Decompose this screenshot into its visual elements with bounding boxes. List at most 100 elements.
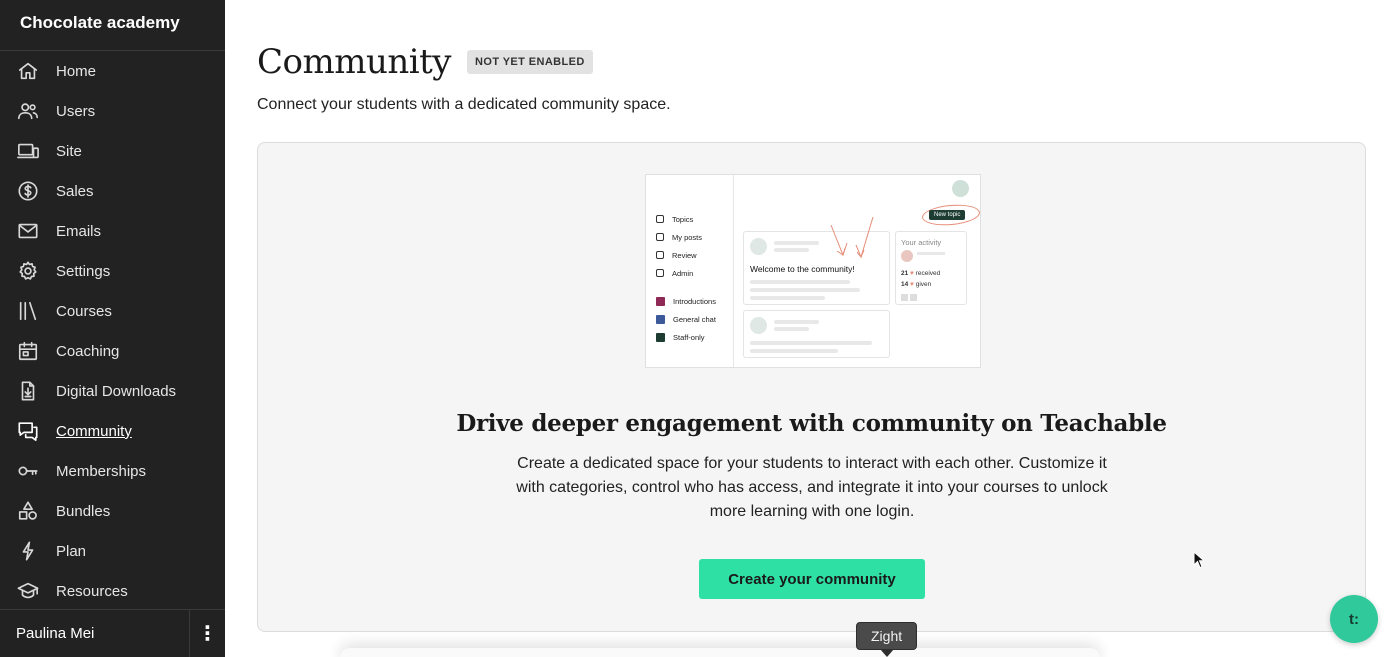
sidebar-item-label: Settings xyxy=(56,262,111,280)
sidebar-item-label: Emails xyxy=(56,222,102,240)
person-icon xyxy=(656,233,664,241)
sidebar-item-label: Courses xyxy=(56,302,112,320)
welcome-post-title: Welcome to the community! xyxy=(750,264,855,274)
sidebar-item-digital-downloads[interactable]: Digital Downloads xyxy=(0,371,225,411)
chat-launcher-button[interactable]: t: xyxy=(1330,595,1378,643)
mail-icon xyxy=(17,220,39,242)
sidebar-nav: Home Users Site Sales Emails Settings Co… xyxy=(0,51,225,611)
given-count: 14 xyxy=(901,281,909,288)
avatar xyxy=(901,250,913,262)
arrows-icon xyxy=(830,216,874,259)
category-color-swatch xyxy=(656,296,665,306)
given-row: 14 ♥ given xyxy=(901,281,931,288)
placeholder-line xyxy=(774,327,809,331)
illustration-category: General chat xyxy=(656,310,716,328)
lightning-icon xyxy=(17,540,39,562)
status-badge: NOT YET ENABLED xyxy=(467,50,593,74)
calendar-icon xyxy=(17,340,39,362)
category-color-swatch xyxy=(656,314,665,324)
avatar xyxy=(750,317,767,334)
sidebar-item-label: Community xyxy=(56,422,132,440)
placeholder-line xyxy=(774,248,809,252)
devices-icon xyxy=(17,140,39,162)
heart-icon: ♥ xyxy=(910,281,914,288)
tooltip-pointer xyxy=(880,649,894,657)
user-name[interactable]: Paulina Mei xyxy=(0,625,189,642)
placeholder-line xyxy=(750,349,838,353)
placeholder-line xyxy=(750,280,850,284)
category-color-swatch xyxy=(656,332,665,342)
promo-headline: Drive deeper engagement with community o… xyxy=(456,410,1167,437)
illustration-category-label: Introductions xyxy=(673,296,716,306)
layers-icon xyxy=(656,215,664,223)
illustration-category: Staff-only xyxy=(656,328,716,346)
sidebar-item-site[interactable]: Site xyxy=(0,131,225,171)
post-card xyxy=(743,310,890,358)
download-file-icon xyxy=(17,380,39,402)
received-row: 21 ♥ received xyxy=(901,270,940,277)
users-icon xyxy=(17,100,39,122)
activity-card: Your activity 21 ♥ received 14 ♥ given xyxy=(895,231,967,305)
badge-icon xyxy=(901,294,908,301)
sidebar-item-users[interactable]: Users xyxy=(0,91,225,131)
page-subtitle: Connect your students with a dedicated c… xyxy=(257,96,671,113)
sidebar-item-settings[interactable]: Settings xyxy=(0,251,225,291)
admin-icon xyxy=(656,269,664,277)
chat-bubbles-icon xyxy=(17,420,39,442)
sidebar-item-plan[interactable]: Plan xyxy=(0,531,225,571)
sidebar-item-label: Bundles xyxy=(56,502,111,520)
gear-icon xyxy=(17,260,39,282)
sidebar-item-label: Users xyxy=(56,102,96,120)
title-row: Community NOT YET ENABLED xyxy=(257,42,593,82)
mouse-cursor-icon xyxy=(1193,551,1205,569)
dollar-icon xyxy=(17,180,39,202)
key-icon xyxy=(17,460,39,482)
illustration-topbar xyxy=(734,175,980,201)
illustration-nav-label: My posts xyxy=(672,232,703,242)
sidebar-item-home[interactable]: Home xyxy=(0,51,225,91)
sidebar-item-label: Coaching xyxy=(56,342,120,360)
illustration-nav-item: Review xyxy=(656,246,702,264)
page-title: Community xyxy=(257,42,452,82)
bottom-toolbar-edge xyxy=(340,648,1100,657)
sidebar-item-coaching[interactable]: Coaching xyxy=(0,331,225,371)
sidebar-item-label: Plan xyxy=(56,542,87,560)
illustration-divider xyxy=(733,175,734,367)
illustration-category: Introductions xyxy=(656,292,716,310)
main-content: Community NOT YET ENABLED Connect your s… xyxy=(225,0,1395,657)
placeholder-line xyxy=(750,341,872,345)
sidebar-item-label: Digital Downloads xyxy=(56,382,177,400)
shapes-icon xyxy=(17,500,39,522)
sidebar-item-courses[interactable]: Courses xyxy=(0,291,225,331)
heart-icon: ♥ xyxy=(910,270,914,277)
illustration-nav-item: Admin xyxy=(656,264,702,282)
community-illustration: Topics My posts Review Admin Introductio… xyxy=(645,174,981,368)
illustration-category-label: Staff-only xyxy=(673,332,705,342)
avatar xyxy=(952,180,969,197)
sidebar-item-label: Home xyxy=(56,62,97,80)
user-bar: Paulina Mei ⋮ xyxy=(0,609,225,657)
sidebar-item-emails[interactable]: Emails xyxy=(0,211,225,251)
create-community-button[interactable]: Create your community xyxy=(699,559,925,599)
home-icon xyxy=(17,60,39,82)
sidebar-item-sales[interactable]: Sales xyxy=(0,171,225,211)
placeholder-line xyxy=(774,241,819,245)
zight-tooltip: Zight xyxy=(856,622,918,650)
sidebar-item-community[interactable]: Community xyxy=(0,411,225,451)
sidebar-item-bundles[interactable]: Bundles xyxy=(0,491,225,531)
sidebar-item-label: Memberships xyxy=(56,462,147,480)
placeholder-line xyxy=(750,296,825,300)
sidebar-item-label: Resources xyxy=(56,582,128,600)
school-name[interactable]: Chocolate academy xyxy=(0,0,225,51)
more-vertical-icon[interactable]: ⋮ xyxy=(189,609,225,657)
sidebar-item-memberships[interactable]: Memberships xyxy=(0,451,225,491)
graduation-cap-icon xyxy=(17,580,39,602)
illustration-nav-label: Admin xyxy=(672,268,694,278)
avatar xyxy=(750,238,767,255)
sidebar-item-resources[interactable]: Resources xyxy=(0,571,225,611)
new-topic-button-illustration: New topic xyxy=(929,210,966,220)
illustration-nav-item: Topics xyxy=(656,210,702,228)
placeholder-line xyxy=(774,320,819,324)
sidebar: Chocolate academy Home Users Site Sales … xyxy=(0,0,225,657)
sidebar-item-label: Sales xyxy=(56,182,94,200)
